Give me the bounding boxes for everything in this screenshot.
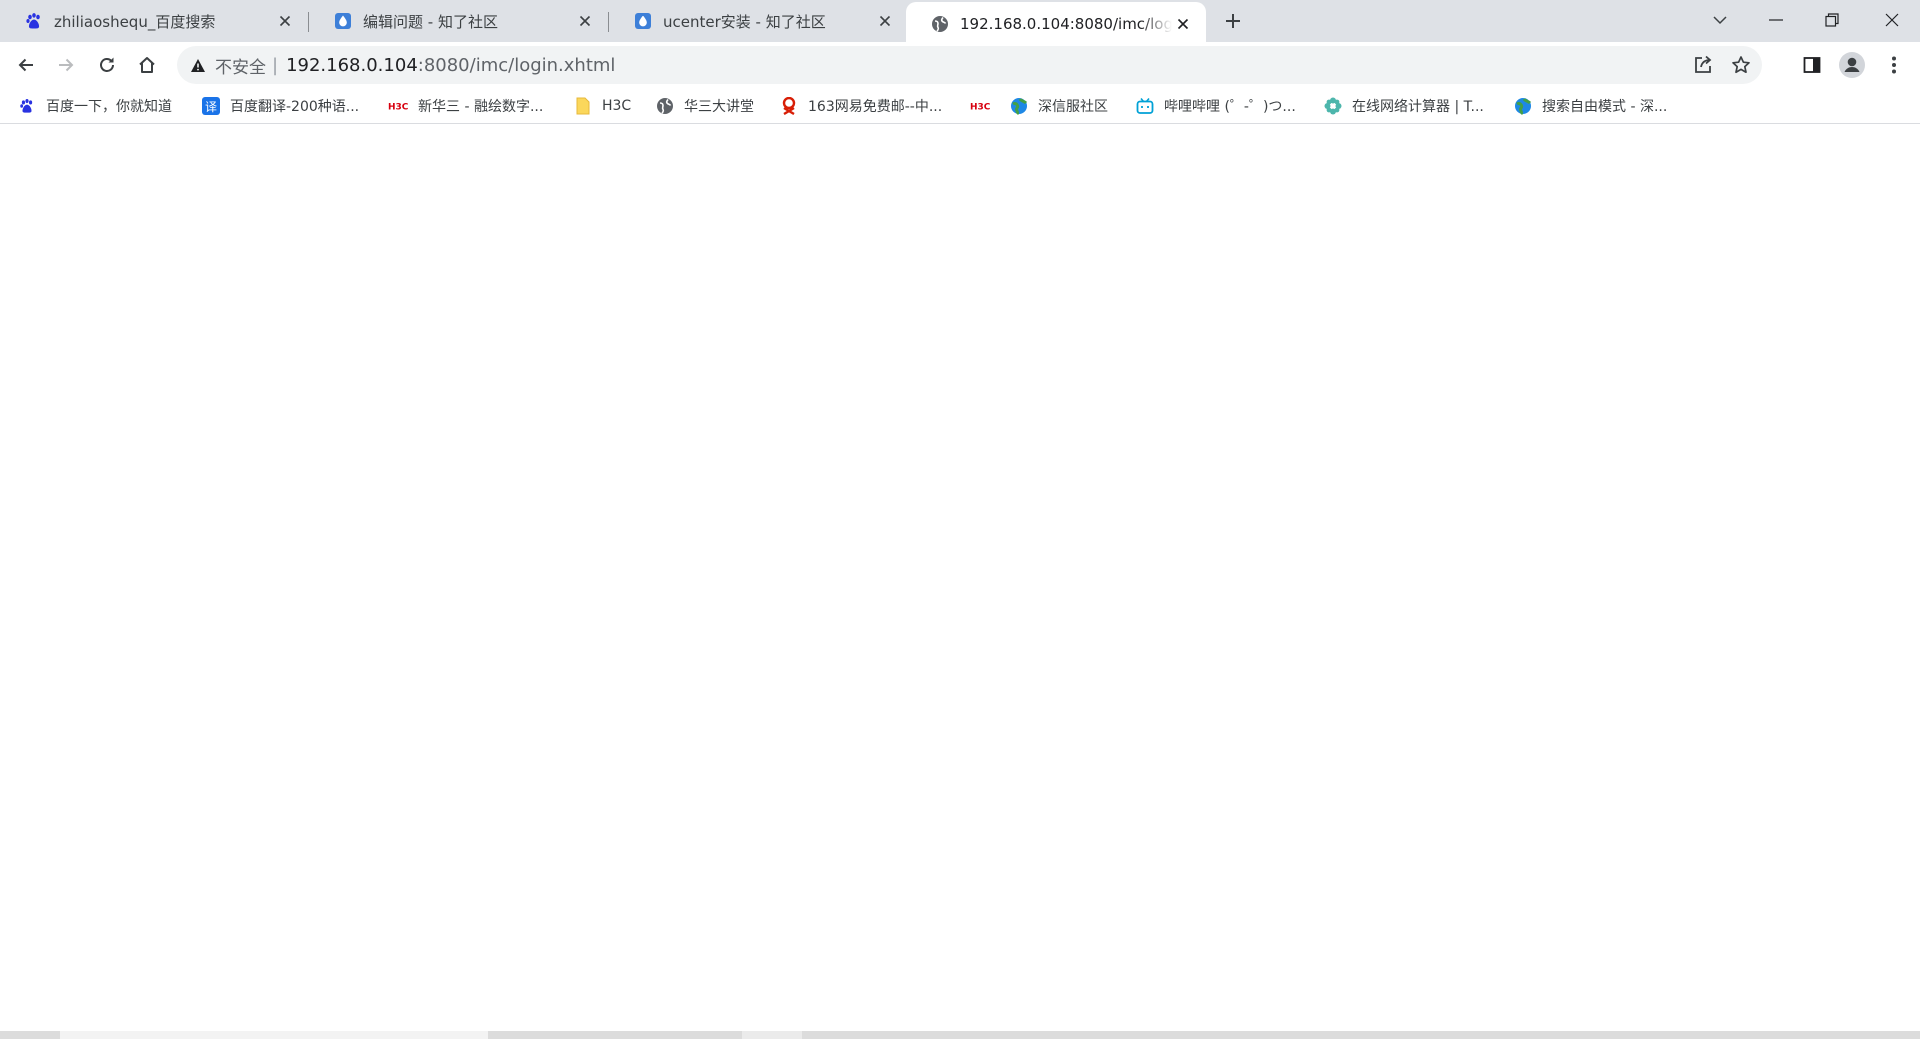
close-icon[interactable]	[874, 10, 896, 32]
tab-imc-login[interactable]: 192.168.0.104:8080/imc/login.xhtml	[906, 2, 1206, 46]
security-separator: |	[272, 54, 279, 76]
forward-button[interactable]	[50, 49, 82, 81]
security-label[interactable]: 不安全	[215, 53, 266, 78]
h3c-logo-icon: H3C	[388, 97, 410, 115]
home-button[interactable]	[131, 49, 163, 81]
bookmark-network-calculator[interactable]: 在线网络计算器 | T...	[1324, 95, 1484, 117]
home-icon	[137, 55, 157, 75]
zhiliao-drop-icon	[333, 11, 353, 31]
bookmark-label: 哔哩哔哩 (゜-゜)つ...	[1164, 99, 1296, 115]
side-panel-icon	[1802, 55, 1822, 75]
share-icon[interactable]	[1688, 50, 1718, 80]
tab-baidu-search[interactable]: zhiliaoshequ_百度搜索	[0, 0, 308, 42]
reload-button[interactable]	[91, 49, 123, 81]
scrollbar-segment	[742, 1031, 802, 1039]
kebab-menu-icon	[1891, 55, 1897, 75]
tab-strip: zhiliaoshequ_百度搜索 编辑问题 - 知了社区 ucenter安装 …	[0, 0, 1920, 46]
bookmark-h3c-digital[interactable]: H3C 新华三 - 融绘数字...	[388, 95, 543, 117]
earth-icon	[1010, 97, 1028, 115]
baidu-paw-icon	[24, 11, 44, 31]
close-icon[interactable]	[574, 10, 596, 32]
restore-button[interactable]	[1804, 0, 1860, 40]
scrollbar-thumb[interactable]	[60, 1031, 488, 1039]
profile-button[interactable]	[1836, 49, 1868, 81]
zhiliao-drop-icon	[633, 11, 653, 31]
reload-icon	[97, 55, 117, 75]
bookmark-folder-h3c[interactable]: H3C	[574, 95, 631, 117]
bookmark-bilibili[interactable]: 哔哩哔哩 (゜-゜)つ...	[1136, 95, 1296, 117]
bookmark-h3c-lecture[interactable]: 华三大讲堂	[656, 95, 754, 117]
bookmark-label: 百度一下，你就知道	[46, 99, 172, 115]
bookmarks-bar: 百度一下，你就知道 译 百度翻译-200种语... H3C 新华三 - 融绘数字…	[0, 88, 1920, 124]
earth-icon	[1514, 97, 1532, 115]
bookmark-label: 华三大讲堂	[684, 99, 754, 115]
restore-icon	[1825, 13, 1839, 27]
globe-icon	[656, 97, 674, 115]
tab-title: zhiliaoshequ_百度搜索	[54, 12, 216, 31]
url-host: 192.168.0.104	[286, 54, 418, 76]
minimize-icon	[1769, 19, 1783, 21]
minimize-button[interactable]	[1748, 0, 1804, 40]
h3c-logo-icon: H3C	[970, 97, 992, 115]
globe-icon	[930, 14, 950, 34]
new-tab-button[interactable]	[1220, 8, 1246, 34]
bookmark-label: 深信服社区	[1038, 99, 1108, 115]
star-icon[interactable]	[1726, 50, 1756, 80]
netease-163-icon	[780, 97, 798, 115]
bookmark-label: 163网易免费邮--中...	[808, 99, 943, 115]
warning-triangle-icon[interactable]	[189, 56, 207, 74]
tab-title: ucenter安装 - 知了社区	[663, 12, 826, 31]
bookmark-label: H3C	[602, 98, 632, 114]
close-icon[interactable]	[1172, 13, 1194, 35]
bookmark-baidu[interactable]: 百度一下，你就知道	[18, 95, 172, 117]
gear-flower-icon	[1324, 97, 1342, 115]
close-icon	[1885, 13, 1899, 27]
tab-title: 192.168.0.104:8080/imc/login.xhtml	[960, 15, 1172, 33]
arrow-left-icon	[16, 55, 36, 75]
svg-text:译: 译	[205, 100, 217, 114]
side-panel-button[interactable]	[1796, 49, 1828, 81]
bilibili-icon	[1136, 97, 1154, 115]
bookmark-free-search[interactable]: 搜索自由模式 - 深...	[1514, 95, 1667, 117]
baidu-paw-icon	[18, 97, 36, 115]
folder-icon	[574, 97, 592, 115]
chevron-down-icon	[1712, 15, 1728, 25]
svg-text:H3C: H3C	[388, 103, 409, 112]
translate-icon: 译	[202, 97, 220, 115]
url-text[interactable]: 192.168.0.104:8080/imc/login.xhtml	[286, 55, 615, 76]
tab-ucenter-install[interactable]: ucenter安装 - 知了社区	[609, 0, 908, 42]
tab-edit-question[interactable]: 编辑问题 - 知了社区	[309, 0, 608, 42]
svg-text:H3C: H3C	[970, 103, 991, 112]
address-bar[interactable]: 不安全 | 192.168.0.104:8080/imc/login.xhtml	[177, 46, 1762, 84]
bookmark-baidu-translate[interactable]: 译 百度翻译-200种语...	[202, 95, 359, 117]
bookmark-163-mail[interactable]: 163网易免费邮--中...	[780, 95, 942, 117]
bookmark-label: 新华三 - 融绘数字...	[418, 99, 544, 115]
toolbar: 不安全 | 192.168.0.104:8080/imc/login.xhtml	[0, 45, 1920, 85]
close-icon[interactable]	[274, 10, 296, 32]
bookmark-label: 百度翻译-200种语...	[230, 99, 360, 115]
tab-search-button[interactable]	[1692, 0, 1748, 40]
avatar-icon	[1839, 52, 1865, 78]
bookmark-sangfor-community[interactable]: 深信服社区	[1010, 95, 1108, 117]
bookmark-label: 在线网络计算器 | T...	[1352, 99, 1484, 115]
window-close-button[interactable]	[1864, 0, 1920, 40]
horizontal-scrollbar[interactable]	[0, 1031, 1920, 1039]
menu-button[interactable]	[1878, 49, 1910, 81]
bookmark-h3c[interactable]: H3C	[970, 95, 998, 117]
bookmark-label: 搜索自由模式 - 深...	[1542, 99, 1668, 115]
url-path: :8080/imc/login.xhtml	[417, 54, 616, 76]
back-button[interactable]	[10, 49, 42, 81]
arrow-right-icon	[56, 55, 76, 75]
tab-title: 编辑问题 - 知了社区	[363, 12, 498, 31]
page-content	[0, 124, 1920, 1030]
